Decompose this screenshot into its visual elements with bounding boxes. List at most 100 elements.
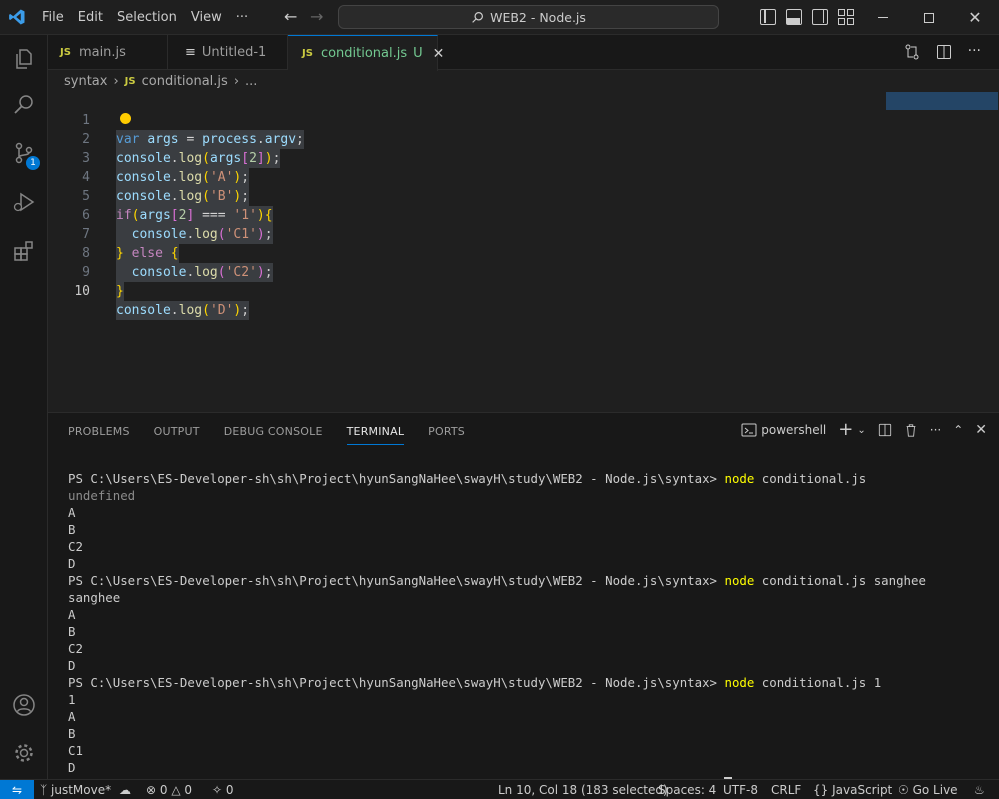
search-icon[interactable] (0, 81, 48, 129)
ports-icon: ✧ (212, 783, 223, 797)
sync-cloud-icon[interactable]: ☁ (119, 783, 131, 797)
editor-actions: ··· (904, 44, 981, 60)
code-line: 8 console.log('C2'); (48, 225, 999, 282)
command-center-label: WEB2 - Node.js (490, 9, 586, 25)
toggle-secondary-sidebar-icon[interactable] (812, 9, 828, 25)
terminal-output-line: C2 (68, 539, 83, 554)
problems-indicator[interactable]: ⊗ 0 △ 0 (146, 780, 192, 799)
tab-terminal[interactable]: TERMINAL (346, 418, 405, 445)
explorer-icon[interactable] (0, 35, 48, 83)
tab-label: Untitled-1 (201, 45, 267, 60)
code-line: 3 console.log('A'); (48, 130, 999, 187)
code-line: 9 } (48, 244, 999, 301)
shell-name: powershell (761, 423, 827, 437)
maximize-panel-icon[interactable]: ⌃ (953, 423, 963, 437)
terminal-output[interactable]: PS C:\Users\ES-Developer-sh\sh\Project\h… (68, 453, 988, 799)
close-tab-icon[interactable]: ✕ (433, 46, 445, 62)
menu-edit[interactable]: Edit (71, 0, 110, 35)
tab-label: main.js (78, 45, 126, 60)
js-file-icon: JS (302, 48, 313, 59)
breadcrumb-folder[interactable]: syntax (64, 74, 107, 89)
close-panel-icon[interactable]: ✕ (975, 422, 987, 438)
encoding[interactable]: UTF-8 (723, 780, 758, 799)
code-line: 2 console.log(args[2]); (48, 111, 999, 168)
code-line: 1 var args = process.argv; (48, 92, 999, 149)
forward-arrow-icon[interactable]: → (310, 8, 323, 26)
terminal-output-line: A (68, 505, 76, 520)
terminal-output-line: B (68, 624, 76, 639)
terminal-line: PS C:\Users\ES-Developer-sh\sh\Project\h… (68, 675, 882, 690)
terminal-output-line: D (68, 760, 76, 775)
tab-problems[interactable]: PROBLEMS (68, 425, 130, 438)
breadcrumb-more[interactable]: ... (245, 74, 257, 89)
toggle-panel-icon[interactable] (786, 9, 802, 25)
open-changes-icon[interactable] (904, 44, 920, 60)
editor-tabs: JS main.js ≡ Untitled-1 JS conditional.j… (48, 35, 999, 71)
more-actions-icon[interactable]: ··· (968, 44, 981, 60)
tab-untitled-1[interactable]: ≡ Untitled-1 (168, 35, 288, 70)
warning-icon: △ (171, 783, 181, 797)
notifications-bell-icon[interactable]: ♨ (974, 780, 985, 799)
run-debug-icon[interactable] (0, 178, 48, 226)
terminal-output-line: D (68, 658, 76, 673)
line-endings[interactable]: CRLF (771, 780, 801, 799)
menu-file[interactable]: File (35, 0, 71, 35)
more-actions-icon[interactable]: ··· (930, 423, 941, 437)
new-terminal-icon[interactable]: + (838, 421, 853, 439)
bottom-panel: PROBLEMS OUTPUT DEBUG CONSOLE TERMINAL P… (48, 412, 999, 792)
toggle-primary-sidebar-icon[interactable] (760, 9, 776, 25)
split-terminal-icon[interactable] (878, 423, 892, 437)
menu-more[interactable]: ··· (229, 0, 255, 35)
tab-output[interactable]: OUTPUT (154, 425, 200, 438)
tab-conditional-js[interactable]: JS conditional.js U ✕ (288, 35, 444, 71)
command-center[interactable]: WEB2 - Node.js (338, 5, 719, 29)
extensions-icon[interactable] (0, 227, 48, 275)
terminal-output-line: A (68, 709, 76, 724)
language-mode[interactable]: {} JavaScript (813, 780, 892, 799)
terminal-output-line: D (68, 556, 76, 571)
terminal-output-line: A (68, 607, 76, 622)
manage-gear-icon[interactable] (0, 729, 48, 777)
accounts-icon[interactable] (0, 681, 48, 729)
split-editor-icon[interactable] (936, 44, 952, 60)
tab-debug-console[interactable]: DEBUG CONSOLE (224, 425, 323, 438)
minimize-button[interactable] (860, 0, 906, 35)
tab-main-js[interactable]: JS main.js (48, 35, 168, 70)
cursor-position[interactable]: Ln 10, Col 18 (183 selected) (498, 780, 668, 799)
git-branch-icon: ᛉ (40, 783, 48, 797)
back-arrow-icon[interactable]: ← (284, 8, 297, 26)
menu-view[interactable]: View (184, 0, 229, 35)
js-file-icon: JS (60, 47, 71, 58)
chevron-down-icon[interactable]: ⌄ (857, 425, 865, 436)
maximize-button[interactable] (906, 0, 952, 35)
breadcrumb: syntax › JS conditional.js › ... (64, 71, 257, 92)
terminal-output-line: B (68, 522, 76, 537)
code-line: 5 if(args[2] === '1'){ (48, 168, 999, 225)
customize-layout-icon[interactable] (838, 9, 854, 25)
line-number: 10 (74, 284, 90, 299)
code-text: } (116, 282, 124, 301)
breadcrumb-file[interactable]: conditional.js (142, 74, 228, 89)
trash-icon[interactable] (904, 423, 918, 437)
go-live-button[interactable]: ☉ Go Live (898, 780, 958, 799)
branch-indicator[interactable]: ᛉ justMove* ☁ (40, 780, 131, 799)
close-window-button[interactable]: ✕ (952, 0, 998, 35)
remote-indicator-icon[interactable]: ⇋ (0, 780, 34, 799)
untracked-indicator: U (413, 46, 423, 61)
code-line: 4 console.log('B'); (48, 149, 999, 206)
ports-indicator[interactable]: ✧ 0 (212, 780, 234, 799)
panel-actions: powershell + ⌄ ··· ⌃ ✕ (741, 421, 987, 439)
lightbulb-icon[interactable] (120, 113, 131, 124)
code-editor[interactable]: 1 var args = process.argv; 2 console.log… (48, 92, 999, 412)
vscode-logo-icon (9, 9, 25, 25)
indentation[interactable]: Spaces: 4 (658, 780, 716, 799)
menu-selection[interactable]: Selection (110, 0, 184, 35)
source-control-icon[interactable]: 1 (0, 129, 48, 177)
terminal-output-line: undefined (68, 488, 136, 503)
code-line: 6 console.log('C1'); (48, 187, 999, 244)
code-line: 10 console.log('D'); (48, 263, 999, 320)
terminal-output-line: sanghee (68, 590, 121, 605)
tab-ports[interactable]: PORTS (428, 425, 465, 438)
chevron-right-icon: › (233, 74, 240, 89)
terminal-selector[interactable]: powershell (741, 422, 826, 438)
